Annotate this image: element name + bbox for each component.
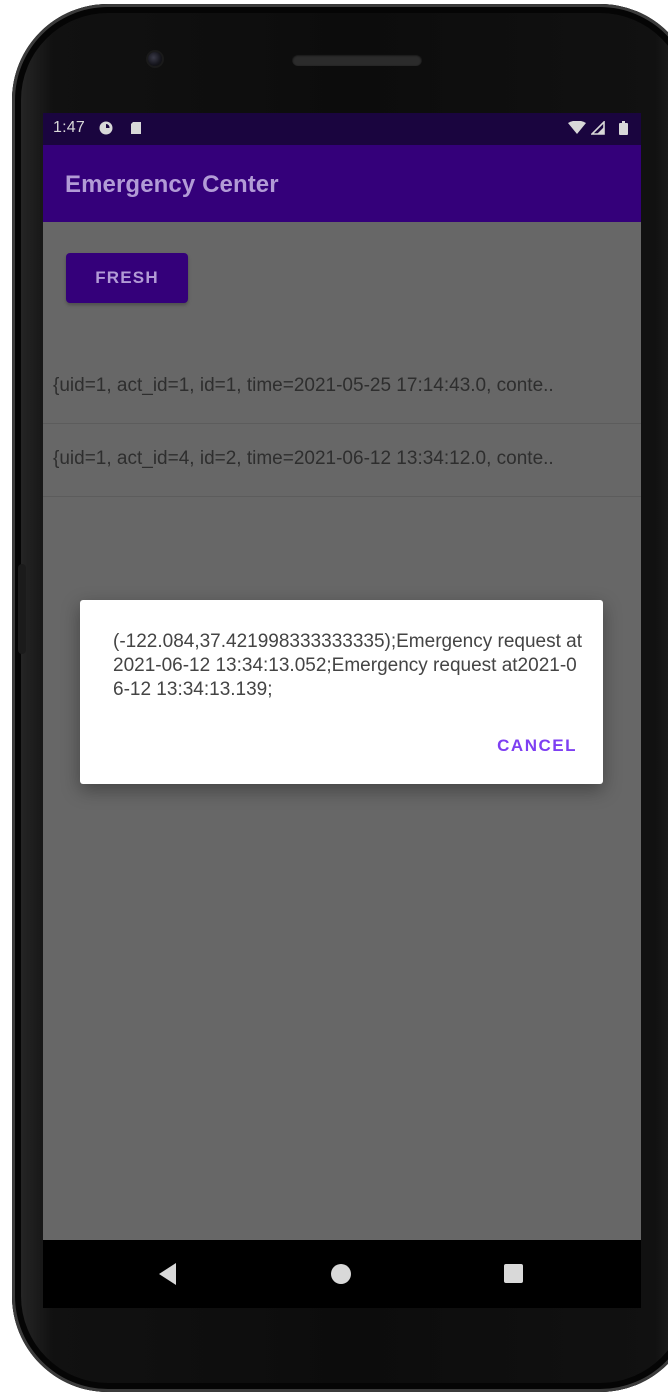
alert-dialog: (-122.084,37.421998333333335);Emergency … xyxy=(80,600,603,784)
signal-icon xyxy=(591,121,605,135)
status-time: 1:47 xyxy=(53,119,85,136)
recents-icon[interactable] xyxy=(504,1264,523,1283)
list-item[interactable]: {uid=1, act_id=1, id=1, time=2021-05-25 … xyxy=(43,351,641,424)
data-saver-icon xyxy=(99,121,113,135)
back-icon[interactable] xyxy=(159,1263,176,1285)
record-list: {uid=1, act_id=1, id=1, time=2021-05-25 … xyxy=(43,351,641,497)
list-item-text: {uid=1, act_id=1, id=1, time=2021-05-25 … xyxy=(53,375,554,396)
speaker-grille xyxy=(292,54,422,66)
battery-icon xyxy=(619,121,628,135)
page-title: Emergency Center xyxy=(65,171,279,198)
side-button xyxy=(18,564,26,654)
list-item[interactable]: {uid=1, act_id=4, id=2, time=2021-06-12 … xyxy=(43,424,641,497)
screen: 1:47 Emergency Center FRESH {uid=1, act_… xyxy=(43,113,641,1308)
app-bar: Emergency Center xyxy=(43,145,641,222)
wifi-icon xyxy=(568,121,586,134)
camera-icon xyxy=(148,52,162,66)
fresh-button[interactable]: FRESH xyxy=(66,253,188,303)
sd-card-icon xyxy=(131,122,141,134)
home-icon[interactable] xyxy=(331,1264,351,1284)
navigation-bar xyxy=(43,1240,641,1308)
cancel-button[interactable]: CANCEL xyxy=(497,736,577,756)
list-item-text: {uid=1, act_id=4, id=2, time=2021-06-12 … xyxy=(53,448,554,469)
status-bar: 1:47 xyxy=(43,113,641,145)
dialog-message: (-122.084,37.421998333333335);Emergency … xyxy=(113,631,583,700)
